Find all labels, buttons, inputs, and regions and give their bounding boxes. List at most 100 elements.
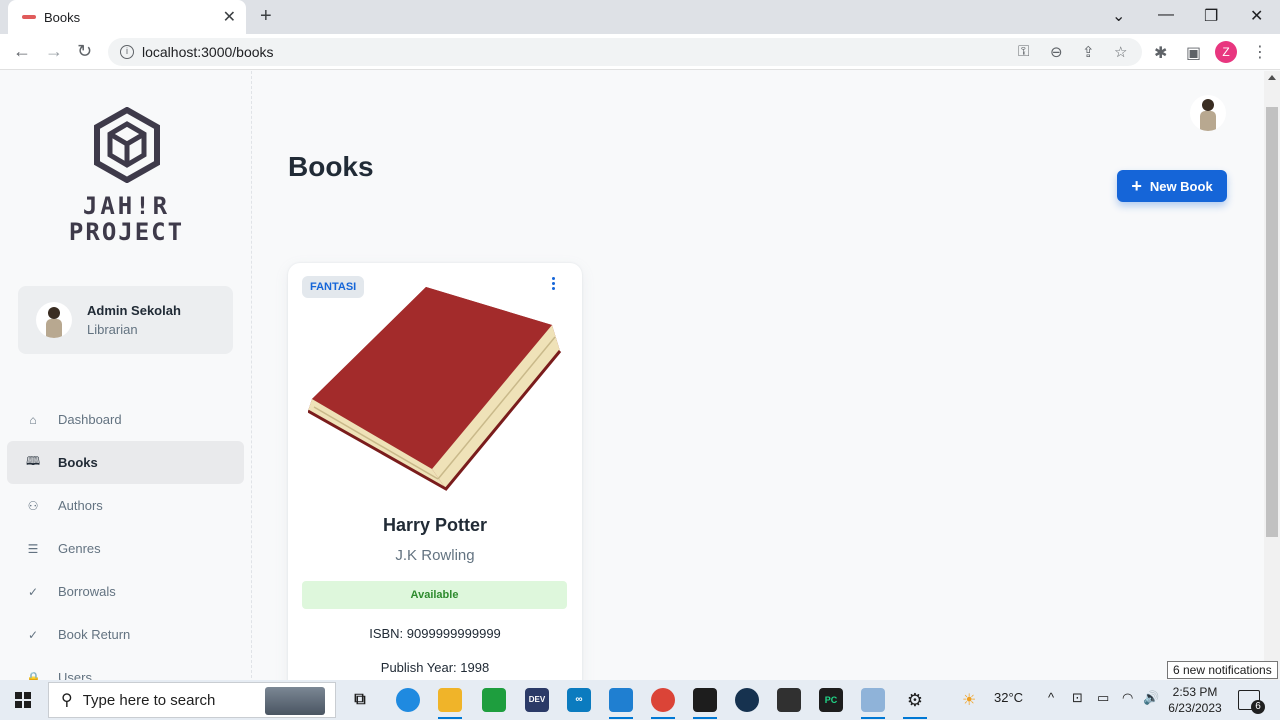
task-view-icon[interactable]: ⧉ (348, 688, 372, 712)
bookmark-star-icon[interactable]: ☆ (1114, 43, 1127, 61)
scroll-up-icon[interactable] (1268, 75, 1276, 80)
sidebar-item-users[interactable]: 🔒 Users (7, 656, 244, 683)
book-card[interactable]: FANTASI Harry Potter J.K Rowling Availab… (288, 263, 582, 683)
user-card[interactable]: Admin Sekolah Librarian (18, 286, 233, 354)
volume-icon[interactable]: 🔊 (1143, 690, 1159, 706)
weather-temp[interactable]: 32°C (994, 690, 1023, 705)
tab-close-icon[interactable]: ✕ (223, 7, 236, 27)
edge-icon[interactable] (396, 688, 420, 712)
vscode-icon[interactable] (609, 688, 633, 712)
key-icon[interactable]: ⚿ (1018, 43, 1029, 60)
sidebar-item-books[interactable]: 🕮 Books (7, 441, 244, 484)
sidebar-nav: ⌂ Dashboard 🕮 Books ⚇ Authors ☰ Genres ✓… (7, 398, 244, 683)
status-badge: Available (302, 581, 567, 609)
sidebar-item-label: Book Return (58, 627, 131, 642)
url-text: localhost:3000/books (142, 44, 274, 60)
notification-count-badge: 6 (1251, 700, 1265, 714)
dev-app-icon[interactable]: DEV (525, 688, 549, 712)
console-icon[interactable] (777, 688, 801, 712)
plus-icon: + (1131, 176, 1142, 196)
spreadsheet-app-icon[interactable] (482, 688, 506, 712)
settings-gear-icon[interactable]: ⚙ (903, 688, 927, 712)
sidebar: JAH!R PROJECT Admin Sekolah Librarian ⌂ … (0, 71, 252, 683)
vscode-active-indicator (609, 717, 633, 719)
avatar (36, 302, 72, 338)
back-icon[interactable]: ← (13, 42, 31, 60)
logo-text-line1: JAH!R (82, 192, 171, 220)
pycharm-icon[interactable]: PC (819, 688, 843, 712)
reload-icon[interactable]: ↻ (77, 42, 92, 60)
new-book-label: New Book (1149, 178, 1213, 194)
site-info-icon[interactable]: i (120, 45, 134, 59)
user-name: Admin Sekolah (87, 303, 181, 318)
page-viewport: JAH!R PROJECT Admin Sekolah Librarian ⌂ … (0, 71, 1264, 683)
book-cover-image (308, 287, 562, 491)
notepad-icon[interactable] (861, 688, 885, 712)
chrome-icon[interactable] (651, 688, 675, 712)
zoom-out-icon[interactable]: ⊖ (1050, 43, 1063, 61)
search-highlight-image (265, 687, 325, 715)
sidebar-item-label: Dashboard (58, 412, 122, 427)
check-circle-icon: ✓ (27, 627, 39, 642)
notepad-active-indicator (861, 717, 885, 719)
tab-search-icon[interactable]: ⌄ (1112, 6, 1125, 26)
app-logo[interactable]: JAH!R PROJECT (54, 107, 199, 245)
sidebar-item-borrowals[interactable]: ✓ Borrowals (7, 570, 244, 613)
browser-tab-books[interactable]: Books ✕ (8, 0, 246, 34)
user-role: Librarian (87, 322, 138, 337)
sidebar-item-book-return[interactable]: ✓ Book Return (7, 613, 244, 656)
search-placeholder: Type here to search (82, 691, 216, 709)
minimize-icon[interactable]: — (1158, 6, 1174, 24)
arduino-icon[interactable]: ∞ (567, 688, 591, 712)
file-explorer-active-indicator (438, 717, 462, 719)
scroll-thumb[interactable] (1266, 107, 1278, 537)
wifi-icon[interactable]: ◠ (1122, 690, 1133, 706)
sidebar-item-label: Borrowals (58, 584, 116, 599)
logo-text-line2: PROJECT (68, 218, 185, 246)
address-bar[interactable]: i localhost:3000/books (108, 38, 1142, 66)
notifications-tooltip: 6 new notifications (1167, 661, 1278, 679)
profile-avatar[interactable]: Z (1215, 41, 1237, 63)
battery-icon[interactable]: ▭ (1097, 690, 1109, 706)
tray-app-icon[interactable]: ⊡ (1072, 690, 1083, 706)
clock-time: 2:53 PM (1172, 685, 1218, 699)
new-tab-icon[interactable]: + (260, 6, 272, 26)
book-isbn: ISBN: 9099999999999 (369, 626, 501, 641)
check-circle-icon: ✓ (27, 584, 39, 599)
windows-start-icon[interactable] (15, 692, 31, 708)
browser-tab-bar: Books ✕ + ⌄ — ❐ ✕ (0, 0, 1280, 34)
taskbar-search-input[interactable]: ⚲ Type here to search (48, 682, 336, 718)
weather-icon[interactable]: ☀ (962, 690, 976, 710)
page-title: Books (288, 151, 374, 182)
list-icon: ☰ (27, 541, 39, 556)
restore-icon[interactable]: ❐ (1204, 6, 1218, 26)
logo-hexagon-icon (93, 107, 160, 183)
steam-icon[interactable] (735, 688, 759, 712)
system-clock[interactable]: 2:53 PM 6/23/2023 (1166, 684, 1224, 716)
page-scrollbar[interactable] (1264, 71, 1280, 683)
sidebar-item-dashboard[interactable]: ⌂ Dashboard (7, 398, 244, 441)
sidebar-item-genres[interactable]: ☰ Genres (7, 527, 244, 570)
browser-menu-icon[interactable]: ⋮ (1252, 42, 1268, 62)
new-book-button[interactable]: + New Book (1117, 170, 1227, 202)
side-panel-icon[interactable]: ▣ (1186, 43, 1201, 63)
account-avatar-button[interactable] (1190, 95, 1226, 131)
extensions-icon[interactable]: ✱ (1154, 43, 1167, 63)
more-vertical-icon[interactable] (552, 277, 556, 292)
home-icon: ⌂ (29, 412, 37, 427)
users-icon: ⚇ (27, 498, 39, 513)
close-window-icon[interactable]: ✕ (1250, 6, 1263, 26)
forward-icon[interactable]: → (45, 42, 63, 60)
terminal-icon[interactable] (693, 688, 717, 712)
file-explorer-icon[interactable] (438, 688, 462, 712)
sidebar-item-authors[interactable]: ⚇ Authors (7, 484, 244, 527)
settings-active-indicator (903, 717, 927, 719)
browser-toolbar: ← → ↻ i localhost:3000/books ⚿ ⊖ ⇪ ☆ ✱ ▣ (0, 34, 1280, 70)
tab-title: Books (44, 9, 81, 25)
sidebar-item-label: Authors (58, 498, 103, 513)
share-icon[interactable]: ⇪ (1082, 43, 1095, 61)
tray-chevron-up-icon[interactable]: ^ (1048, 690, 1054, 705)
book-title: Harry Potter (382, 515, 488, 535)
taskbar: ⚲ Type here to search ⧉ DEV ∞ PC ⚙ ☀ 32°… (0, 680, 1280, 720)
genre-badge: FANTASI (302, 276, 365, 298)
